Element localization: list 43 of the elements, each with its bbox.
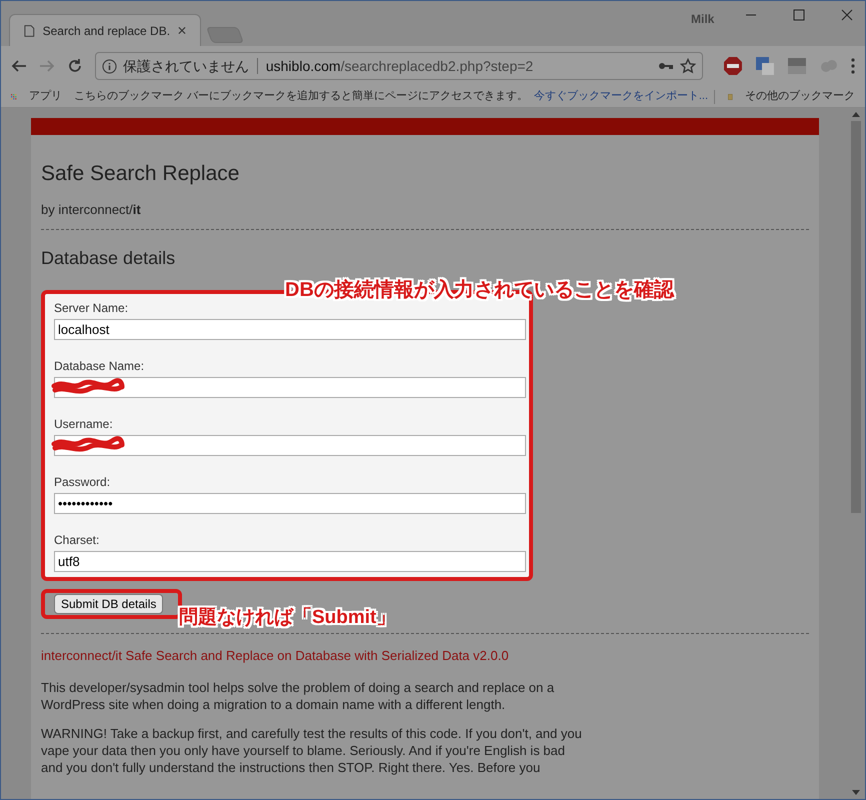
close-icon[interactable] xyxy=(841,9,853,21)
security-label: 保護されていません xyxy=(122,56,249,76)
info-icon xyxy=(102,58,117,74)
address-bar[interactable]: 保護されていません ushiblo.com/searchreplacedb2.php?step=2 xyxy=(94,52,704,80)
import-bookmarks-link[interactable]: 今すぐブックマークをインポート... xyxy=(534,88,708,105)
input-field[interactable]: •••••••••••• xyxy=(54,492,526,514)
apps-link[interactable]: アプリ xyxy=(28,88,62,105)
close-icon[interactable] xyxy=(178,26,186,35)
section-heading: Database details xyxy=(41,246,176,270)
annotation-text: 問題なければ「Submit」 xyxy=(179,604,396,631)
scroll-down-icon[interactable] xyxy=(852,790,860,795)
byline: by interconnect/it xyxy=(41,201,142,219)
bookmarks-hint: こちらのブックマーク バーにブックマークを追加すると簡単にページにアクセスできます。 xyxy=(74,88,528,104)
input-field[interactable]: localhost xyxy=(54,318,526,340)
maximize-icon[interactable] xyxy=(793,9,805,21)
url-text: ushiblo.com/searchreplacedb2.php?step=2 xyxy=(266,56,534,76)
more-icon[interactable] xyxy=(850,58,855,74)
annotation-text: DBの接続情報が入力されていることを確認 xyxy=(285,275,674,305)
submit-button[interactable]: Submit DB details xyxy=(54,594,164,614)
other-bookmarks[interactable]: その他のブックマーク xyxy=(745,88,855,105)
paragraph: WARNING! Take a backup first, and carefully test the results of this code. If you don't, and you vape your data then you only have yourself to blame. Seriously. And if you're English is bad and you don't fully understand the instructions then STOP. Right there. Yes. Before you xyxy=(41,725,583,776)
back-icon[interactable] xyxy=(11,58,27,74)
input-field[interactable]: utf8 xyxy=(54,550,526,572)
profile-name: Milk xyxy=(691,11,714,28)
field-label: Server Name: xyxy=(54,300,130,316)
stop-sign-icon[interactable] xyxy=(723,56,744,76)
scrollbar-thumb[interactable] xyxy=(851,121,861,513)
star-icon[interactable] xyxy=(680,58,696,74)
browser-tab[interactable]: Search and replace DB. xyxy=(9,14,201,46)
scroll-up-icon[interactable] xyxy=(852,112,860,117)
reload-icon[interactable] xyxy=(66,58,83,74)
field-label: Username: xyxy=(54,416,114,432)
paragraph: This developer/sysadmin tool helps solve the problem of doing a search and replace on a WordPress site when doing a migration to a domain name with a different length. xyxy=(41,679,556,713)
translate-icon[interactable] xyxy=(755,56,776,76)
page-title: Safe Search Replace xyxy=(41,161,240,187)
field-label: Database Name: xyxy=(54,358,146,374)
page-icon xyxy=(24,24,35,38)
field-label: Password: xyxy=(54,474,112,490)
input-field[interactable] xyxy=(54,434,526,456)
field-label: Charset: xyxy=(54,532,100,548)
tab-title: Search and replace DB. xyxy=(42,22,170,40)
key-icon xyxy=(658,61,674,71)
input-field[interactable] xyxy=(54,376,526,398)
